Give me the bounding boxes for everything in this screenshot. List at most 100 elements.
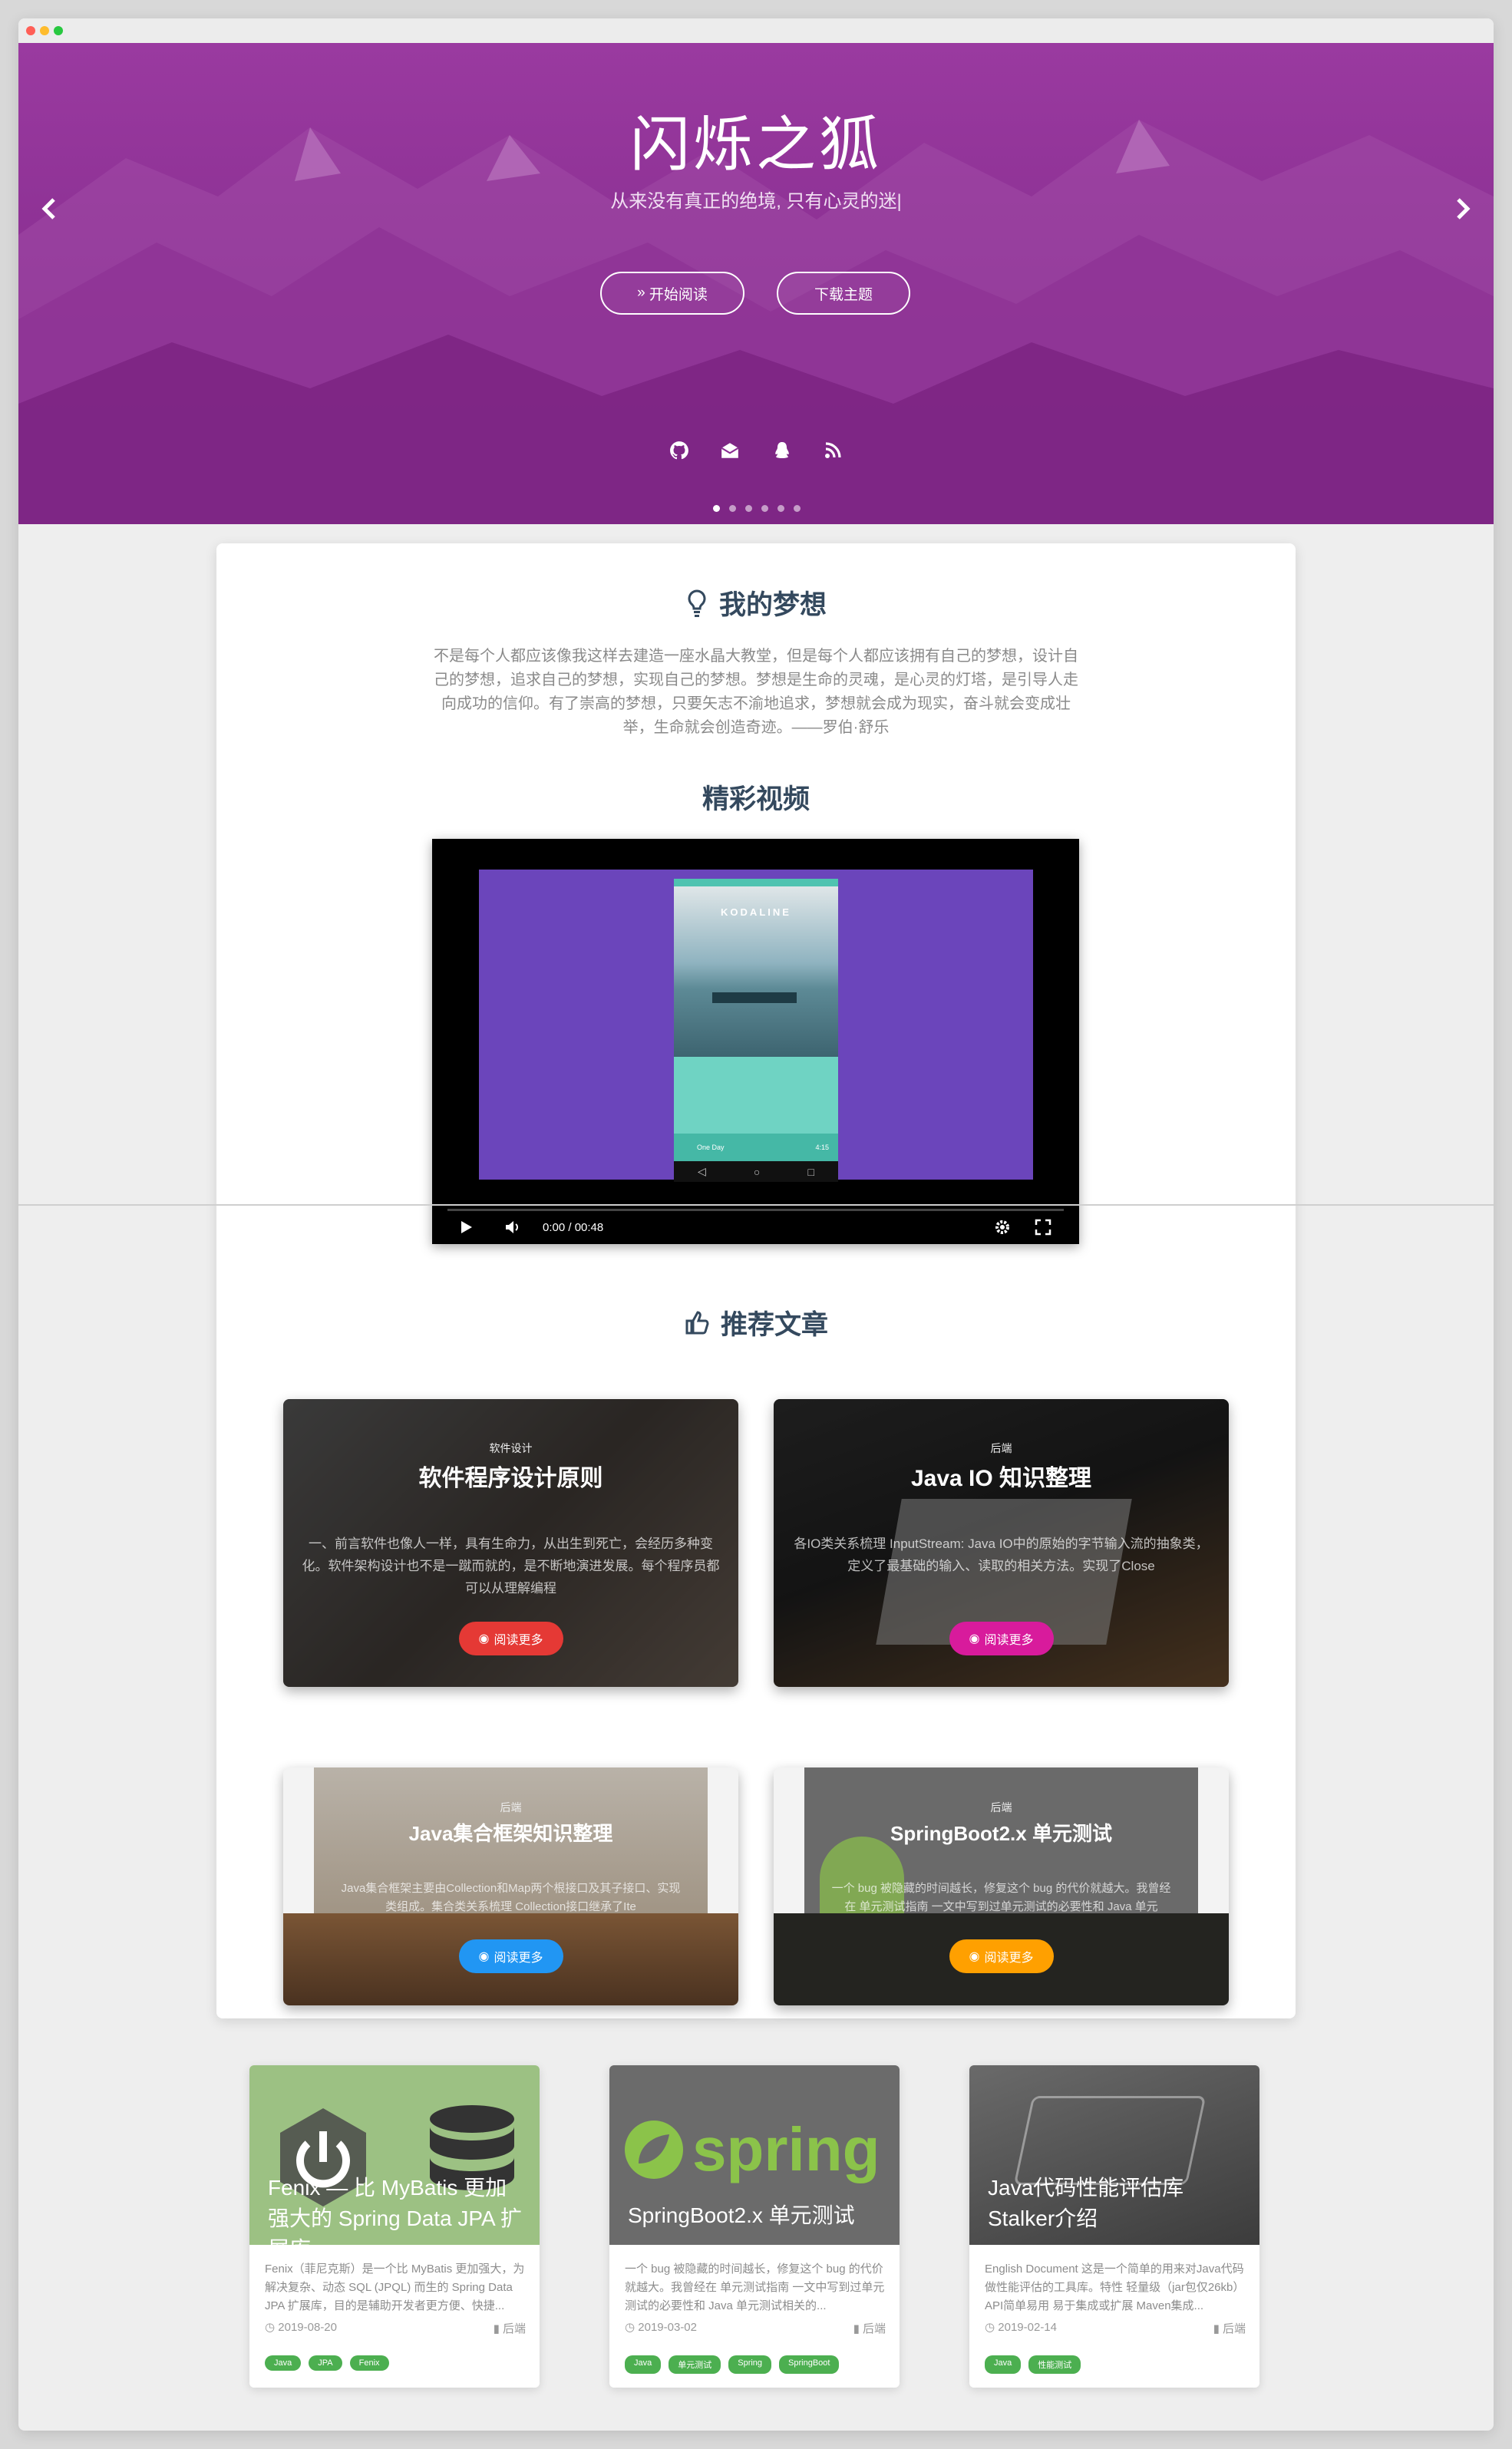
read-more-label: 阅读更多	[494, 1952, 543, 1965]
recents-icon: □	[807, 1165, 814, 1178]
post-title[interactable]: SpringBoot2.x 单元测试	[628, 2200, 886, 2231]
post-title[interactable]: Fenix — 比 MyBatis 更加强大的 Spring Data JPA …	[268, 2173, 526, 2265]
thumbs-up-icon	[685, 1310, 709, 1334]
post-title[interactable]: Java代码性能评估库Stalker介绍	[988, 2173, 1246, 2234]
minimize-dot-icon[interactable]	[40, 26, 49, 35]
post-tags: Java 性能测试	[985, 2355, 1081, 2374]
lightbulb-icon	[688, 589, 706, 617]
post-card[interactable]: Fenix — 比 MyBatis 更加强大的 Spring Data JPA …	[249, 2065, 540, 2388]
post-card[interactable]: Java代码性能评估库Stalker介绍 English Document 这是…	[969, 2065, 1259, 2388]
clock-icon: ◷	[985, 2321, 999, 2334]
qq-icon[interactable]	[769, 437, 795, 464]
play-icon[interactable]	[460, 1220, 474, 1235]
video-heading: 精彩视频	[216, 777, 1296, 817]
slide-dot[interactable]	[777, 505, 784, 512]
post-tags: Java 单元测试 Spring SpringBoot	[625, 2355, 840, 2374]
featured-article-card[interactable]: 后端 Java集合框架知识整理 Java集合框架主要由Collection和Ma…	[283, 1767, 738, 2005]
read-more-button[interactable]: ◉ 阅读更多	[949, 1622, 1054, 1655]
article-title[interactable]: SpringBoot2.x 单元测试	[774, 1818, 1229, 1847]
article-title[interactable]: 软件程序设计原则	[283, 1459, 738, 1493]
fullscreen-icon[interactable]	[1035, 1219, 1051, 1236]
bookmark-icon: ▮	[1213, 2322, 1223, 2335]
article-excerpt: 各IO类关系梳理 InputStream: Java IO中的原始的字节输入流的…	[794, 1536, 1209, 1573]
close-dot-icon[interactable]	[26, 26, 35, 35]
article-title[interactable]: Java集合框架知识整理	[283, 1818, 738, 1847]
tag[interactable]: Fenix	[349, 2355, 389, 2371]
recommend-heading: 推荐文章	[216, 1303, 1296, 1342]
start-reading-button[interactable]: » 开始阅读	[600, 272, 744, 315]
hero-banner: 闪烁之狐 从来没有真正的绝境, 只有心灵的迷| » 开始阅读 下载主题	[18, 43, 1494, 524]
article-excerpt: 一、前言软件也像人一样，具有生命力，从出生到死亡，会经历多种变化。软件架构设计也…	[302, 1536, 720, 1596]
home-icon: ○	[753, 1165, 761, 1178]
start-reading-label: 开始阅读	[649, 286, 708, 303]
back-icon: ◁	[698, 1165, 706, 1177]
track-duration: 4:15	[815, 1144, 829, 1151]
video-time: 0:00 / 00:48	[543, 1220, 604, 1234]
download-theme-label: 下载主题	[814, 286, 873, 303]
post-meta: ◷ 2019-03-02 ▮ 后端	[625, 2320, 886, 2336]
post-category[interactable]: 后端	[503, 2322, 526, 2335]
read-more-button[interactable]: ◉ 阅读更多	[949, 1939, 1054, 1973]
video-title: 精彩视频	[702, 784, 810, 814]
tag[interactable]: SpringBoot	[779, 2355, 840, 2374]
post-excerpt: English Document 这是一个简单的用来对Java代码做性能评估的工…	[985, 2263, 1245, 2312]
download-theme-button[interactable]: 下载主题	[777, 272, 910, 315]
video-frame: KODALINE One Day 4:15 ◁ ○ □	[479, 870, 1033, 1182]
maximize-dot-icon[interactable]	[54, 26, 63, 35]
post-cover: spring SpringBoot2.x 单元测试	[609, 2065, 900, 2245]
dream-heading: 我的梦想	[216, 583, 1296, 622]
tag[interactable]: Java	[625, 2355, 662, 2374]
slide-dot[interactable]	[794, 505, 801, 512]
tag[interactable]: Java	[985, 2355, 1022, 2374]
tag[interactable]: JPA	[309, 2355, 342, 2371]
rss-icon[interactable]	[820, 437, 846, 464]
eye-icon: ◉	[969, 1632, 980, 1645]
video-controls: 0:00 / 00:48	[432, 1210, 1079, 1244]
featured-article-card[interactable]: 软件设计 软件程序设计原则 一、前言软件也像人一样，具有生命力，从出生到死亡，会…	[283, 1399, 738, 1687]
dream-title: 我的梦想	[718, 590, 827, 620]
bookmark-icon: ▮	[853, 2322, 863, 2335]
divider	[18, 1204, 1494, 1206]
article-title[interactable]: Java IO 知识整理	[774, 1459, 1229, 1493]
read-more-button[interactable]: ◉ 阅读更多	[458, 1622, 563, 1655]
post-category[interactable]: 后端	[863, 2322, 886, 2335]
window-chrome	[18, 18, 1494, 43]
featured-article-card[interactable]: 后端 Java IO 知识整理 各IO类关系梳理 InputStream: Ja…	[774, 1399, 1229, 1687]
read-more-label: 阅读更多	[984, 1634, 1034, 1647]
post-cover: Fenix — 比 MyBatis 更加强大的 Spring Data JPA …	[249, 2065, 540, 2261]
article-category: 后端	[990, 1442, 1012, 1454]
post-meta: ◷ 2019-02-14 ▮ 后端	[985, 2320, 1246, 2336]
slide-dot[interactable]	[761, 505, 768, 512]
post-card[interactable]: spring SpringBoot2.x 单元测试 一个 bug 被隐藏的时间越…	[609, 2065, 900, 2388]
read-more-button[interactable]: ◉ 阅读更多	[458, 1939, 563, 1973]
eye-icon: ◉	[478, 1950, 490, 1963]
post-excerpt: Fenix（菲尼克斯）是一个比 MyBatis 更加强大，为解决复杂、动态 SQ…	[265, 2263, 525, 2312]
slide-dot[interactable]	[729, 505, 736, 512]
github-icon[interactable]	[666, 437, 692, 464]
post-date: 2019-02-14	[998, 2321, 1057, 2334]
article-excerpt: 一个 bug 被隐藏的时间越长，修复这个 bug 的代价就越大。我曾经在 单元测…	[831, 1882, 1171, 1913]
post-category[interactable]: 后端	[1223, 2322, 1246, 2335]
track-name: One Day	[697, 1144, 725, 1151]
tag[interactable]: Java	[265, 2355, 302, 2371]
featured-article-card[interactable]: 后端 SpringBoot2.x 单元测试 一个 bug 被隐藏的时间越长，修复…	[774, 1767, 1229, 2005]
mail-icon[interactable]	[717, 437, 743, 464]
post-excerpt: 一个 bug 被隐藏的时间越长，修复这个 bug 的代价就越大。我曾经在 单元测…	[625, 2263, 885, 2312]
read-more-label: 阅读更多	[984, 1952, 1034, 1965]
tag[interactable]: 性能测试	[1028, 2355, 1081, 2374]
slide-dot[interactable]	[745, 505, 752, 512]
article-category: 后端	[990, 1801, 1012, 1814]
eye-icon: ◉	[969, 1950, 980, 1963]
tag[interactable]: Spring	[728, 2355, 772, 2374]
slide-indicators	[713, 505, 801, 512]
double-chevron-down-icon: »	[637, 285, 649, 301]
article-excerpt: Java集合框架主要由Collection和Map两个根接口及其子接口、实现类组…	[341, 1882, 681, 1913]
recommend-title: 推荐文章	[720, 1310, 828, 1340]
post-meta: ◷ 2019-08-20 ▮ 后端	[265, 2320, 526, 2336]
phone-mockup: KODALINE One Day 4:15 ◁ ○ □	[674, 879, 838, 1182]
tag[interactable]: 单元测试	[669, 2355, 721, 2374]
settings-gear-icon[interactable]	[993, 1218, 1012, 1236]
volume-icon[interactable]	[504, 1220, 521, 1235]
slide-dot[interactable]	[713, 505, 720, 512]
video-player[interactable]: KODALINE One Day 4:15 ◁ ○ □ 0:00 / 00:48	[432, 839, 1079, 1244]
